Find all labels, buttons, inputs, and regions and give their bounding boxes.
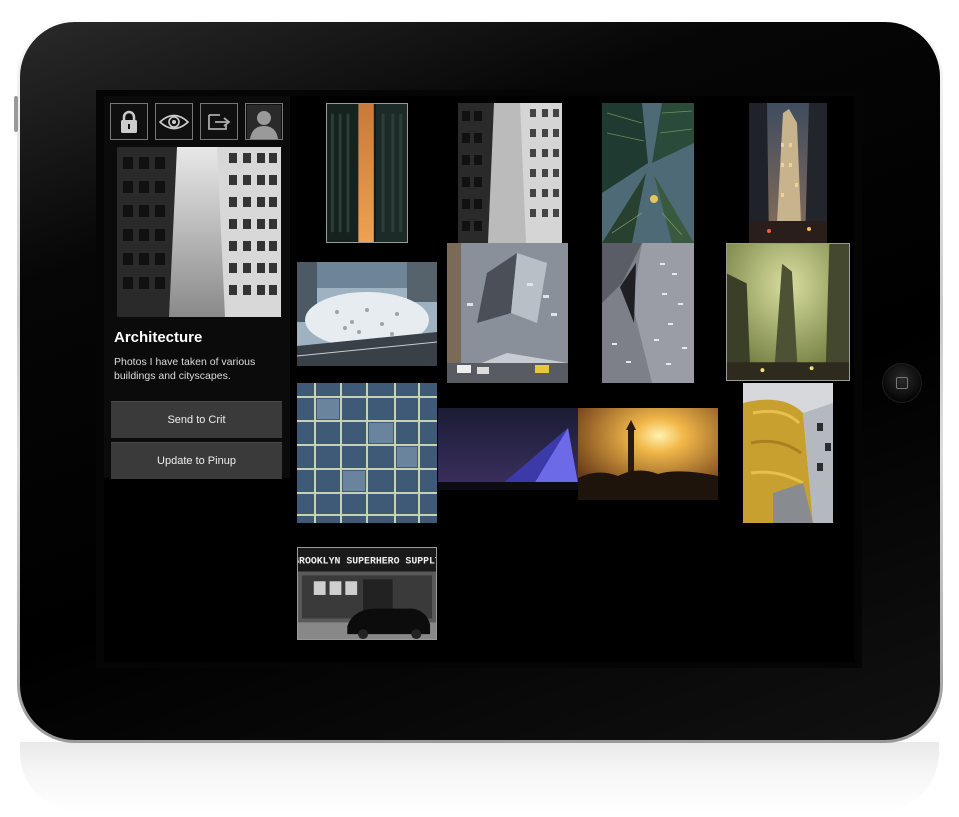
- photo-perforated-facade[interactable]: [602, 243, 694, 383]
- update-to-pinup-button[interactable]: Update to Pinup: [111, 442, 282, 479]
- send-to-crit-button[interactable]: Send to Crit: [111, 401, 282, 438]
- photo-pyramid-night[interactable]: [438, 408, 578, 490]
- photo-cooper-union[interactable]: [447, 243, 568, 383]
- photo-brooklyn-superhero[interactable]: BROOKLYN SUPERHERO SUPPLY: [297, 547, 437, 640]
- photo-glass-towers[interactable]: [602, 103, 694, 243]
- album-sidebar: Architecture Photos I have taken of vari…: [104, 96, 290, 479]
- eye-icon: [159, 114, 189, 129]
- photo-looking-up[interactable]: [458, 103, 562, 243]
- album-cover-image[interactable]: [117, 147, 281, 317]
- app-screen: Architecture Photos I have taken of vari…: [104, 96, 854, 662]
- view-button[interactable]: [155, 103, 193, 140]
- home-button[interactable]: [882, 363, 922, 403]
- photo-sunset-canyon[interactable]: [326, 103, 408, 243]
- export-icon: [208, 113, 231, 130]
- photo-glass-grid[interactable]: [297, 383, 437, 523]
- photo-skyscraper-dusk[interactable]: [749, 103, 827, 243]
- lock-button[interactable]: [110, 103, 148, 140]
- sidebar-toolbar: [110, 103, 283, 140]
- storefront-sign: BROOKLYN SUPERHERO SUPPLY: [298, 556, 436, 567]
- photo-gehry-curves[interactable]: [743, 383, 833, 523]
- share-button[interactable]: [200, 103, 238, 140]
- profile-button[interactable]: [245, 103, 283, 140]
- volume-button[interactable]: [14, 96, 18, 132]
- home-square-icon: [896, 377, 908, 389]
- photo-snowy-park[interactable]: [297, 262, 437, 366]
- photo-minaret-sunset[interactable]: [578, 408, 718, 500]
- lock-icon: [121, 110, 137, 133]
- device-reflection: [20, 742, 939, 812]
- album-description: Photos I have taken of various buildings…: [114, 356, 256, 382]
- photo-flatiron[interactable]: [726, 243, 850, 381]
- album-title: Architecture: [114, 329, 203, 346]
- profile-icon: [247, 104, 281, 139]
